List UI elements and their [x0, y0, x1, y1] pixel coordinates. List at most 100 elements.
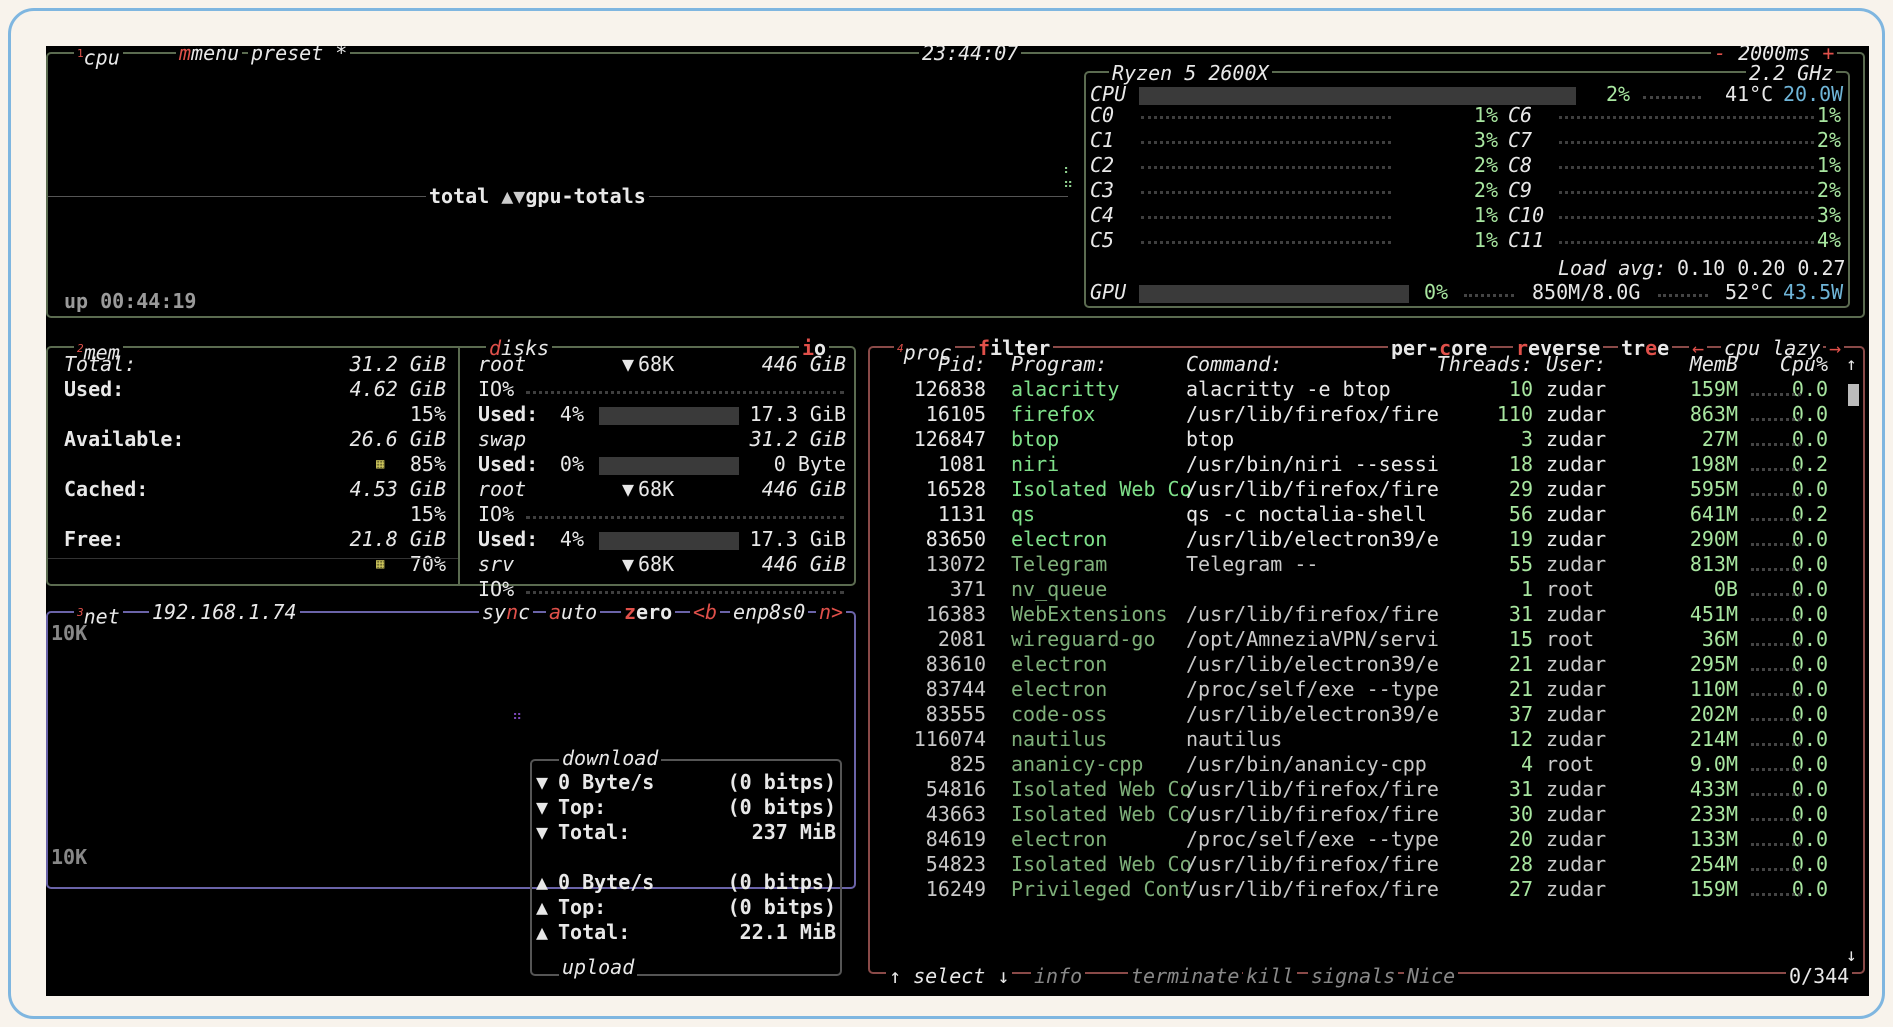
- proc-row[interactable]: 83555 code-oss/usr/lib/electron39/e 37 zuda…: [46, 702, 1846, 727]
- proc-cell-program: WebExtensions: [1011, 602, 1168, 626]
- signals-button[interactable]: signals: [1308, 964, 1399, 989]
- proc-row[interactable]: 54823 Isolated Web Co/usr/lib/firefox/fir…: [46, 852, 1846, 877]
- core-pct: 3%: [1816, 203, 1841, 227]
- nice-button[interactable]: Nice: [1404, 964, 1459, 989]
- proc-row[interactable]: 43663 Isolated Web Co/usr/lib/firefox/fir…: [46, 802, 1846, 827]
- proc-cpu-graph: [1751, 764, 1801, 771]
- proc-row[interactable]: 126838 alacritty alacritty -e btop 10 zudar 1…: [46, 377, 1846, 402]
- core-pct: 1%: [1816, 153, 1841, 177]
- scroll-up-icon[interactable]: ↑: [1846, 352, 1857, 377]
- proc-cell-program: wireguard-go: [1011, 627, 1156, 651]
- proc-row[interactable]: 83650 electron/usr/lib/electron39/e 19 zuda…: [46, 527, 1846, 552]
- proc-cpu-graph: [1751, 814, 1801, 821]
- gpu-power: 43.5W: [1783, 280, 1844, 304]
- proc-header-pid[interactable]: Pid:: [886, 352, 986, 377]
- proc-row[interactable]: 16249 Privileged Cont/usr/lib/firefox/fir…: [46, 877, 1846, 902]
- kill-button[interactable]: kill: [1243, 964, 1298, 989]
- core-name: C9: [1508, 178, 1533, 202]
- proc-cell-user: zudar: [1546, 727, 1607, 751]
- proc-row[interactable]: 825 ananicy-cpp/usr/bin/ananicy-cpp 4 root 9…: [46, 752, 1846, 777]
- proc-row[interactable]: 126847 btop btop 3 zudar 27M 0.0: [46, 427, 1846, 452]
- proc-row[interactable]: 13072 Telegram Telegram -- 55 zudar 813M 0.0: [46, 552, 1846, 577]
- preset-button[interactable]: preset *: [248, 46, 351, 66]
- proc-cell-command: /usr/lib/firefox/fire: [1186, 852, 1439, 876]
- proc-row[interactable]: 83744 electron/proc/self/exe --type 21 zuda…: [46, 677, 1846, 702]
- proc-cpu-graph: [1751, 614, 1801, 621]
- proc-header-program[interactable]: Program:: [1011, 352, 1211, 377]
- proc-row[interactable]: 16383 WebExtensions/usr/lib/firefox/fire 3…: [46, 602, 1846, 627]
- proc-header-cpu[interactable]: Cpu%: [1756, 352, 1828, 377]
- core-bar: [1141, 237, 1391, 244]
- select-control[interactable]: ↑ select ↓: [886, 964, 1013, 989]
- proc-cell-command: Telegram --: [1186, 552, 1319, 576]
- proc-row[interactable]: 371 nv_queue 1 root 0B 0.0: [46, 577, 1846, 602]
- cpu-temp: 41°C: [1725, 82, 1774, 106]
- proc-cpu-graph: [1751, 539, 1801, 546]
- proc-cell-user: zudar: [1546, 877, 1607, 901]
- proc-cell-user: zudar: [1546, 502, 1607, 526]
- proc-cell-pid: 83650: [925, 527, 986, 551]
- proc-row[interactable]: 16528 Isolated Web Co/usr/lib/firefox/fir…: [46, 477, 1846, 502]
- gpu-temp-graph: [1658, 290, 1708, 297]
- proc-header-threads[interactable]: Threads:: [1426, 352, 1533, 377]
- proc-cell-threads: 20: [1508, 827, 1533, 851]
- proc-cell-user: zudar: [1546, 852, 1607, 876]
- proc-row[interactable]: 84619 electron/proc/self/exe --type 20 zuda…: [46, 827, 1846, 852]
- proc-cpu-graph: [1751, 439, 1801, 446]
- graph-label[interactable]: total ▲▼gpu-totals: [426, 184, 649, 209]
- proc-cell-user: zudar: [1546, 477, 1607, 501]
- proc-cell-mem: 9.0M: [1689, 752, 1738, 776]
- proc-cell-threads: 28: [1508, 852, 1533, 876]
- proc-row[interactable]: 116074 nautilus nautilus 12 zudar 214M 0.0: [46, 727, 1846, 752]
- proc-cell-program: Isolated Web Co: [1011, 777, 1192, 801]
- select-label: ↑ select ↓: [889, 964, 1010, 988]
- core-name: C1: [1090, 128, 1115, 152]
- proc-header-command[interactable]: Command:: [1186, 352, 1446, 377]
- proc-row[interactable]: 1131 qs qs -c noctalia-shell 56 zudar 641M 0.2: [46, 502, 1846, 527]
- proc-cell-user: root: [1546, 752, 1595, 776]
- proc-cell-user: zudar: [1546, 702, 1607, 726]
- window-frame: 1cpu mmenu preset * 23:44:07 - 2000ms + …: [8, 8, 1885, 1019]
- proc-row[interactable]: 54816 Isolated Web Co/usr/lib/firefox/fir…: [46, 777, 1846, 802]
- proc-cell-user: zudar: [1546, 377, 1607, 401]
- proc-cpu-graph: [1751, 739, 1801, 746]
- core-pct: 1%: [1473, 228, 1498, 252]
- scrollbar-thumb[interactable]: [1848, 384, 1859, 406]
- core-name: C10: [1508, 203, 1545, 227]
- cpu-tab[interactable]: 1cpu: [74, 46, 123, 71]
- proc-cell-threads: 110: [1496, 402, 1533, 426]
- proc-cell-program: ananicy-cpp: [1011, 752, 1144, 776]
- proc-cell-program: nv_queue: [1011, 577, 1108, 601]
- proc-cell-command: /proc/self/exe --type: [1186, 677, 1439, 701]
- proc-cell-mem: 813M: [1689, 552, 1738, 576]
- proc-cell-user: zudar: [1546, 827, 1607, 851]
- proc-cell-pid: 2081: [937, 627, 986, 651]
- proc-row[interactable]: 2081 wireguard-go/opt/AmneziaVPN/servi 15 r…: [46, 627, 1846, 652]
- terminate-button[interactable]: terminate: [1128, 964, 1243, 989]
- proc-cell-mem: 110M: [1689, 677, 1738, 701]
- proc-cpu-graph: [1751, 714, 1801, 721]
- graph-label-total: total: [429, 184, 490, 208]
- interval-minus[interactable]: -: [1714, 46, 1726, 65]
- proc-row[interactable]: 16105 firefox/usr/lib/firefox/fire 110 zuda…: [46, 402, 1846, 427]
- proc-cell-command: /usr/lib/electron39/e: [1186, 702, 1439, 726]
- proc-cpu-graph: [1751, 839, 1801, 846]
- sort-next-button[interactable]: →: [1826, 336, 1845, 361]
- core-name: C8: [1508, 153, 1533, 177]
- proc-header-user[interactable]: User:: [1546, 352, 1636, 377]
- proc-cell-program: qs: [1011, 502, 1036, 526]
- proc-header-mem[interactable]: MemB: [1636, 352, 1738, 377]
- proc-cell-threads: 3: [1520, 427, 1533, 451]
- proc-cell-user: zudar: [1546, 427, 1607, 451]
- info-button[interactable]: info: [1031, 964, 1086, 989]
- proc-cell-command: /opt/AmneziaVPN/servi: [1186, 627, 1439, 651]
- proc-row[interactable]: 83610 electron/usr/lib/electron39/e 21 zuda…: [46, 652, 1846, 677]
- proc-row[interactable]: 1081 niri/usr/bin/niri --sessi 18 zudar 198M…: [46, 452, 1846, 477]
- proc-cell-mem: 27M: [1701, 427, 1738, 451]
- proc-cell-pid: 116074: [913, 727, 986, 751]
- proc-cell-user: zudar: [1546, 552, 1607, 576]
- menu-button[interactable]: mmenu: [176, 46, 243, 66]
- cpu-tab-label: cpu: [83, 46, 120, 70]
- menu-label: menu: [191, 46, 240, 65]
- proc-cell-user: zudar: [1546, 652, 1607, 676]
